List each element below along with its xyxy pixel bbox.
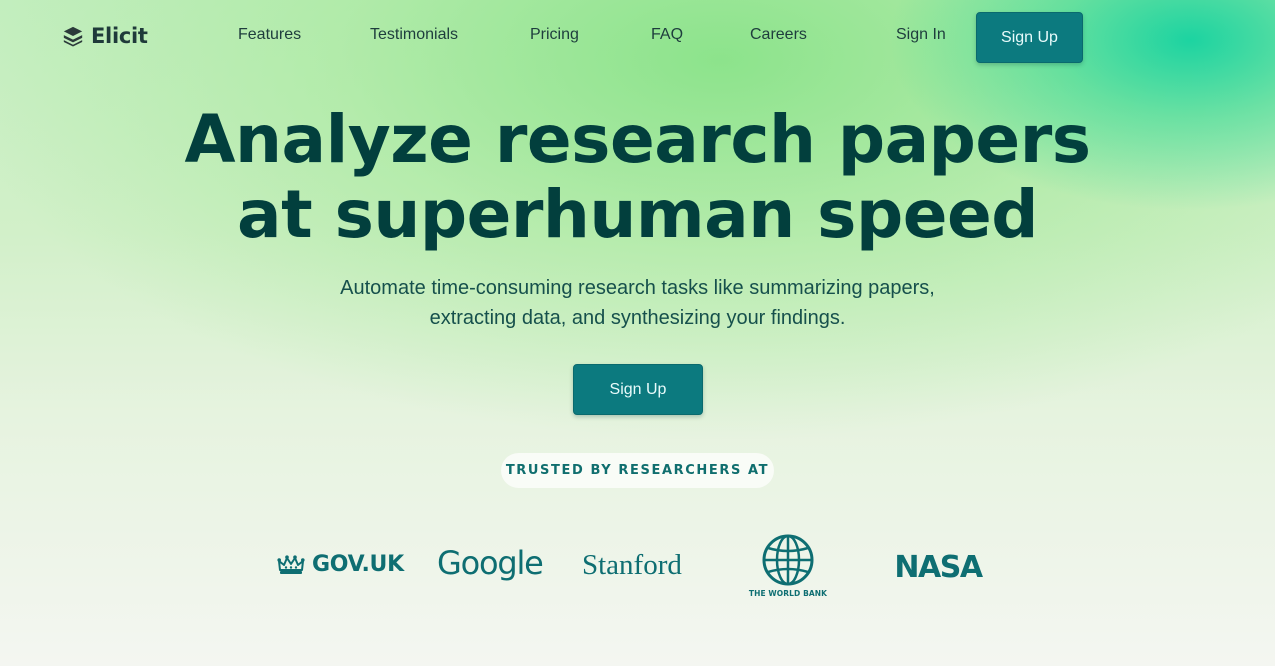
- hero-subtitle-line-1: Automate time-consuming research tasks l…: [340, 277, 935, 299]
- hero-sign-up-button[interactable]: Sign Up: [573, 364, 703, 415]
- nav-sign-up-button[interactable]: Sign Up: [976, 12, 1083, 63]
- world-bank-logo: THE WORLD BANK: [746, 534, 830, 598]
- gov-uk-logo: GOV.UK: [277, 552, 404, 577]
- nav-link-faq[interactable]: FAQ: [651, 26, 683, 44]
- sign-in-link[interactable]: Sign In: [896, 26, 946, 44]
- nav-link-careers[interactable]: Careers: [750, 26, 807, 44]
- hero-subtitle-line-2: extracting data, and synthesizing your f…: [429, 307, 846, 329]
- brand-name: Elicit: [91, 24, 148, 48]
- stacked-layers-icon: [63, 26, 83, 47]
- stanford-logo: Stanford: [582, 549, 682, 581]
- crown-icon: [277, 554, 305, 574]
- nav-link-testimonials[interactable]: Testimonials: [370, 26, 458, 44]
- top-navigation: Elicit Features Testimonials Pricing FAQ…: [0, 0, 1275, 72]
- globe-icon: [762, 534, 814, 586]
- nasa-text: NASA: [894, 551, 983, 579]
- world-bank-text: THE WORLD BANK: [748, 589, 828, 598]
- nav-link-features[interactable]: Features: [238, 26, 301, 44]
- nasa-worm-logo: NASA: [894, 551, 984, 579]
- brand-logo-link[interactable]: Elicit: [62, 24, 148, 48]
- gov-uk-text: GOV.UK: [312, 552, 404, 577]
- hero-headline-line-1: Analyze research papers: [184, 101, 1091, 178]
- hero-headline: Analyze research papers at superhuman sp…: [0, 102, 1275, 252]
- trusted-by-badge: TRUSTED BY RESEARCHERS AT: [501, 453, 774, 488]
- hero-headline-line-2: at superhuman speed: [237, 176, 1038, 253]
- landing-page: Elicit Features Testimonials Pricing FAQ…: [0, 0, 1275, 666]
- hero-subtitle: Automate time-consuming research tasks l…: [0, 273, 1275, 333]
- nasa-logo: NASA: [892, 551, 984, 579]
- nav-link-pricing[interactable]: Pricing: [530, 26, 579, 44]
- google-logo: Google: [437, 544, 544, 582]
